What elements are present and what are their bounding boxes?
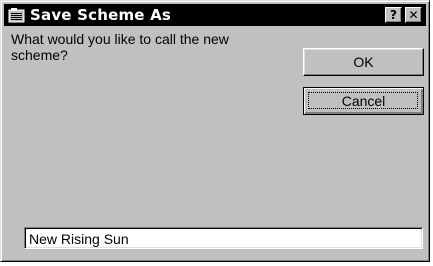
window-title: Save Scheme As	[30, 6, 172, 24]
help-button[interactable]: ?	[385, 7, 402, 23]
cancel-button-label: Cancel	[341, 93, 386, 109]
title-bar[interactable]: Save Scheme As ? ✕	[4, 4, 426, 26]
close-button[interactable]: ✕	[405, 7, 422, 23]
prompt-text: What would you like to call the new sche…	[11, 31, 229, 63]
scheme-folder-icon	[8, 6, 26, 24]
scheme-name-input[interactable]	[24, 227, 423, 249]
ok-button[interactable]: OK	[303, 48, 424, 76]
cancel-button[interactable]: Cancel	[303, 87, 424, 115]
save-scheme-dialog: Save Scheme As ? ✕ What would you like t…	[0, 0, 430, 262]
